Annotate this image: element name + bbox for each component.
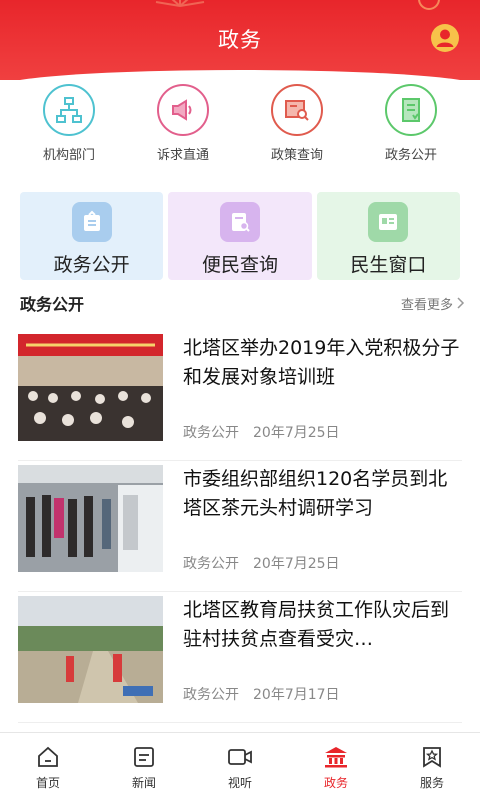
card-livelihood-window[interactable]: 民生窗口 — [316, 192, 460, 280]
bulletin-icon — [83, 210, 100, 231]
news-title: 市委组织部组织120名学员到北塔区茶元头村调研学习 — [183, 468, 448, 519]
news-source: 政务公开 — [183, 556, 239, 572]
chevron-right-icon — [457, 297, 465, 309]
quick-entry-circle — [43, 84, 95, 136]
news-title: 北塔区举办2019年入党积极分子和发展对象培训班 — [183, 337, 460, 388]
quick-entry-circle — [157, 84, 209, 136]
quick-entry-label: 机构部门 — [42, 148, 95, 163]
news-source: 政务公开 — [183, 425, 239, 441]
news-meta: 政务公开 20年7月25日 — [183, 422, 340, 442]
card-public-query[interactable]: 便民查询 — [168, 192, 312, 280]
news-source: 政务公开 — [183, 687, 239, 703]
section-header: 政务公开 查看更多 — [20, 290, 465, 316]
news-body: 市委组织部组织120名学员到北塔区茶元头村调研学习 政务公开 20年7月25日 — [183, 465, 462, 573]
firework-decoration-2 — [418, 0, 440, 10]
card-label: 政务公开 — [53, 254, 130, 276]
card-icon-wrap — [219, 202, 260, 242]
tab-label: 新闻 — [131, 776, 156, 790]
quick-entry-label: 诉求直通 — [156, 148, 209, 163]
quick-entry-label: 政务公开 — [384, 148, 437, 163]
card-gov-affairs-public[interactable]: 政务公开 — [20, 192, 164, 280]
card-label: 民生窗口 — [350, 254, 427, 276]
quick-entry-gov-affairs[interactable]: 政务公开 — [356, 84, 466, 168]
tab-label: 政务 — [323, 776, 348, 790]
tab-label: 首页 — [35, 776, 60, 790]
card-icon-wrap — [368, 202, 409, 242]
policy-search-icon — [285, 100, 309, 121]
news-thumbnail — [18, 334, 163, 441]
news-icon — [134, 747, 154, 767]
news-list: 北塔区举办2019年入党积极分子和发展对象培训班 政务公开 20年7月25日 市… — [18, 330, 462, 723]
tab-government[interactable]: 政务 — [301, 733, 371, 800]
news-item[interactable]: 北塔区教育局扶贫工作队灾后到驻村扶贫点查看受灾… 政务公开 20年7月17日 — [18, 592, 462, 723]
home-icon — [38, 746, 58, 767]
user-profile-button[interactable] — [430, 23, 460, 53]
news-date: 20年7月25日 — [253, 556, 340, 572]
tab-video[interactable]: 视听 — [205, 733, 275, 800]
tab-label: 视听 — [227, 776, 252, 790]
user-icon — [431, 24, 459, 52]
tab-news[interactable]: 新闻 — [109, 733, 179, 800]
quick-entry-label: 政策查询 — [270, 148, 323, 163]
document-icon — [402, 98, 420, 122]
quick-entry-circle — [385, 84, 437, 136]
window-card-icon — [379, 214, 398, 230]
news-item[interactable]: 市委组织部组织120名学员到北塔区茶元头村调研学习 政务公开 20年7月25日 — [18, 461, 462, 592]
megaphone-icon — [172, 99, 192, 121]
tab-label: 服务 — [419, 776, 444, 790]
video-icon — [228, 749, 252, 765]
service-icon — [423, 747, 441, 768]
tab-service[interactable]: 服务 — [397, 733, 467, 800]
view-more-link[interactable]: 查看更多 — [401, 294, 465, 313]
news-date: 20年7月17日 — [253, 687, 340, 703]
tab-home[interactable]: 首页 — [13, 733, 83, 800]
news-thumbnail — [18, 596, 163, 703]
news-meta: 政务公开 20年7月17日 — [183, 684, 340, 704]
section-title: 政务公开 — [20, 295, 85, 314]
quick-entry-org-departments[interactable]: 机构部门 — [14, 84, 124, 168]
quick-entry-circle — [271, 84, 323, 136]
org-chart-icon — [56, 97, 82, 123]
news-thumbnail — [18, 465, 163, 572]
top-header: 政务 — [0, 0, 480, 80]
news-meta: 政务公开 20年7月25日 — [183, 553, 340, 573]
news-body: 北塔区举办2019年入党积极分子和发展对象培训班 政务公开 20年7月25日 — [183, 334, 462, 442]
government-icon — [325, 747, 347, 768]
header-curve — [0, 70, 480, 80]
view-more-label: 查看更多 — [400, 297, 453, 313]
feature-cards: 政务公开 便民查询 民生窗口 — [20, 192, 460, 280]
news-date: 20年7月25日 — [253, 425, 340, 441]
firework-decoration — [155, 0, 205, 7]
card-label: 便民查询 — [201, 254, 278, 276]
search-document-icon — [231, 213, 250, 232]
news-title: 北塔区教育局扶贫工作队灾后到驻村扶贫点查看受灾… — [183, 599, 450, 650]
bottom-tab-bar: 首页 新闻 视听 政务 服务 — [0, 732, 480, 800]
quick-entries: 机构部门 诉求直通 政策查询 政务公开 — [0, 84, 480, 168]
page-title: 政务 — [218, 28, 262, 52]
quick-entry-policy-search[interactable]: 政策查询 — [242, 84, 352, 168]
news-item[interactable]: 北塔区举办2019年入党积极分子和发展对象培训班 政务公开 20年7月25日 — [18, 330, 462, 461]
quick-entry-appeals[interactable]: 诉求直通 — [128, 84, 238, 168]
card-icon-wrap — [71, 202, 112, 242]
news-body: 北塔区教育局扶贫工作队灾后到驻村扶贫点查看受灾… 政务公开 20年7月17日 — [183, 596, 462, 704]
